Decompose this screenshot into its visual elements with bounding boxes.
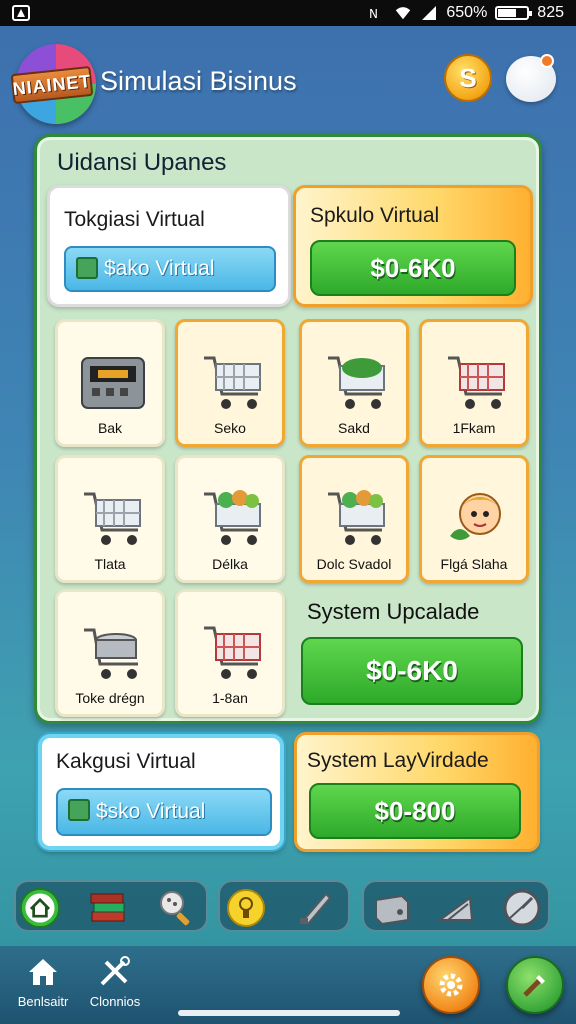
item-label: Délka [212, 556, 248, 572]
build-button[interactable] [506, 956, 564, 1014]
home-indicator[interactable] [178, 1010, 400, 1016]
coin-icon: S [459, 62, 477, 93]
item-label: Bak [97, 420, 123, 436]
nav-item-home[interactable]: Benlsaitr [8, 956, 78, 1009]
item-tile[interactable]: Dolc Svadol [299, 455, 409, 583]
item-tile[interactable]: Flgá Slaha [419, 455, 529, 583]
app-notification-icon [12, 5, 30, 21]
signal-icon [422, 6, 437, 20]
upgrade-panel: Uidansi Upanes Tokgiasi Virtual $ako Vir… [34, 134, 542, 724]
ramp-icon[interactable] [436, 888, 476, 928]
upgrade-card: System Upcalade $0-6K0 [295, 589, 531, 719]
battery-percent: 650% [446, 4, 488, 21]
upgrade-buy-button[interactable]: $0-6K0 [301, 637, 523, 705]
item-tile[interactable]: Bak [55, 319, 165, 447]
item-tile[interactable]: Sakd [299, 319, 409, 447]
gauge-icon[interactable] [502, 888, 542, 928]
virtual-button[interactable]: $ako Virtual [64, 246, 276, 292]
buy-button[interactable]: $0-800 [309, 783, 521, 839]
item-label: Dolc Svadol [316, 556, 392, 572]
item-tile[interactable]: Tlata [55, 455, 165, 583]
item-tile[interactable]: 1Fkam [419, 319, 529, 447]
toolbar-group-3 [362, 880, 550, 932]
item-tile[interactable]: 1-8an [175, 589, 285, 717]
virtual-card-left: Tokgiasi Virtual $ako Virtual [47, 185, 291, 307]
card-title: System LayVirdade [307, 749, 489, 772]
home-icon[interactable] [20, 888, 60, 928]
wifi-icon [396, 7, 411, 20]
item-label: Tlata [94, 556, 126, 572]
house-icon [29, 959, 57, 985]
nav-item-tools[interactable]: Clonnios [80, 956, 150, 1009]
logo-text: NIAINET [10, 65, 94, 105]
books-icon[interactable] [88, 888, 128, 928]
item-label: Toke drégn [75, 690, 145, 706]
item-tile[interactable]: Toke drégn [55, 589, 165, 717]
wrench-icon [523, 975, 545, 997]
lightbulb-icon[interactable] [226, 888, 266, 928]
nav-label: Clonnios [89, 994, 141, 1009]
svg-text:N: N [369, 7, 378, 21]
item-label: 1Fkam [452, 420, 496, 436]
toolbar-group-2 [218, 880, 350, 932]
buy-button[interactable]: $0-6K0 [310, 240, 516, 296]
price-label: $0-800 [374, 795, 456, 826]
toolbar-group-1 [14, 880, 208, 932]
button-label: $ako Virtual [104, 257, 215, 280]
safe-icon[interactable] [372, 888, 412, 928]
upgrade-title: System Upcalade [307, 599, 480, 624]
nfc-icon: N [369, 7, 378, 21]
app-title: Simulasi Bisinus [100, 66, 297, 96]
item-tile[interactable]: Délka [175, 455, 285, 583]
clock: 825 [537, 4, 564, 21]
virtual-card-right: Spkulo Virtual $0-6K0 [293, 185, 533, 307]
card-title: Spkulo Virtual [310, 204, 440, 227]
header: NIAINET Simulasi Bisinus S [0, 30, 576, 130]
card-title: Kakgusi Virtual [56, 750, 196, 773]
app-logo: NIAINET [10, 44, 96, 124]
item-label: Seko [214, 420, 246, 436]
settings-button[interactable] [422, 956, 480, 1014]
button-label: $ѕkо Virtual [96, 800, 206, 823]
system-upgrade-card: System LayVirdade $0-800 [294, 732, 540, 852]
item-tile[interactable]: Seko [175, 319, 285, 447]
virtual-button[interactable]: $ѕkо Virtual [56, 788, 272, 836]
price-label: $0-6K0 [370, 252, 456, 283]
item-label: 1-8an [212, 690, 248, 706]
status-bar: N 650% 825 [0, 0, 576, 26]
virtual-card-bottom-left: Kakgusi Virtual $ѕkо Virtual [38, 734, 284, 850]
card-title: Tokgiasi Virtual [64, 208, 205, 231]
notification-dot [540, 54, 554, 68]
panel-title: Uidansi Upanes [57, 149, 227, 176]
coin-button[interactable]: S [444, 54, 492, 102]
gear-icon [439, 973, 463, 997]
knife-icon[interactable] [296, 888, 336, 928]
profile-button[interactable] [506, 54, 556, 102]
tools-icon [100, 956, 130, 986]
money-icon [68, 799, 90, 821]
item-label: Sakd [338, 420, 370, 436]
battery-icon [495, 6, 533, 20]
nav-label: Benlsaitr [17, 994, 69, 1009]
money-icon [76, 257, 98, 279]
price-label: $0-6K0 [366, 655, 458, 686]
item-label: Flgá Slaha [440, 556, 508, 572]
magnifier-icon[interactable] [156, 888, 196, 928]
